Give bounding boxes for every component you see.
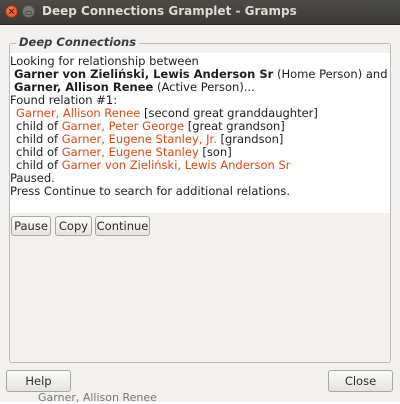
status-instructions: Press Continue to search for additional … — [10, 184, 291, 198]
background-window-text: Garner, Allison Renee — [38, 391, 157, 404]
title-bar: × ▭ Deep Connections Gramplet - Gramps — [0, 0, 400, 25]
close-window-icon[interactable]: × — [5, 5, 18, 18]
person-link[interactable]: Garner, Allison Renee — [16, 106, 140, 120]
person-link[interactable]: Garner, Eugene Stanley, Jr. — [62, 132, 217, 146]
pause-button[interactable]: Pause — [11, 216, 51, 236]
relation-line-5: child of Garner von Zieliński, Lewis And… — [16, 158, 291, 172]
person-link[interactable]: Garner von Zieliński, Lewis Anderson Sr — [62, 158, 291, 172]
home-person-name: Garner von Zieliński, Lewis Anderson Sr — [14, 67, 274, 81]
frame-label: Deep Connections — [16, 35, 140, 49]
minimize-window-icon[interactable]: ▭ — [22, 5, 35, 18]
continue-button[interactable]: Continue — [95, 216, 150, 236]
person-link[interactable]: Garner, Peter George — [62, 119, 184, 133]
close-button[interactable]: Close — [328, 370, 393, 392]
window-title: Deep Connections Gramplet - Gramps — [42, 4, 297, 18]
relations-text-view[interactable]: Looking for relationship between Garner … — [10, 53, 390, 213]
active-person-name: Garner, Allison Renee — [14, 80, 154, 94]
copy-button[interactable]: Copy — [55, 216, 92, 236]
person-link[interactable]: Garner, Eugene Stanley — [62, 145, 199, 159]
dialog-body: Deep Connections Looking for relationshi… — [0, 25, 400, 402]
help-button[interactable]: Help — [6, 370, 71, 392]
